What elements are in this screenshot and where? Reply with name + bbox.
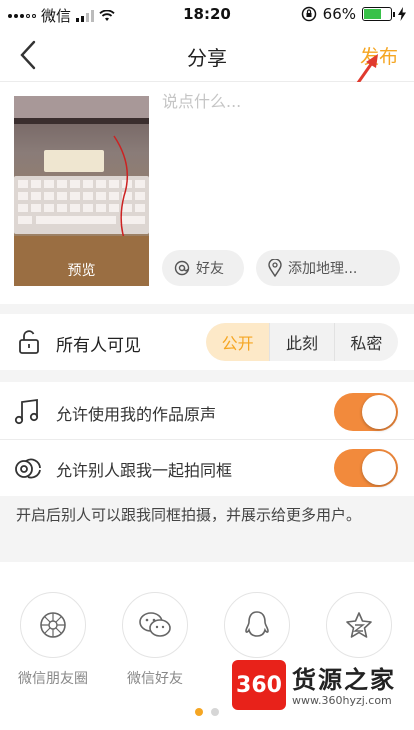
share-qq-button[interactable] bbox=[212, 592, 302, 668]
toggle-label-original-sound: 允许使用我的作品原声 bbox=[56, 405, 217, 424]
status-bar: 微信 18:20 66% bbox=[0, 0, 414, 28]
at-sign-icon bbox=[174, 260, 190, 276]
caption-input[interactable] bbox=[162, 92, 392, 111]
share-wechat-button[interactable]: 微信好友 bbox=[110, 592, 200, 688]
orientation-lock-icon bbox=[301, 6, 316, 22]
settings-toggles: 允许使用我的作品原声 允许别人跟我一起拍同框 bbox=[0, 382, 414, 496]
toggle-row-duet: 允许别人跟我一起拍同框 bbox=[0, 440, 414, 496]
qzone-icon bbox=[346, 612, 372, 638]
watermark-brand: 货源之家 bbox=[292, 666, 396, 694]
toggle-row-original-sound: 允许使用我的作品原声 bbox=[0, 384, 414, 440]
add-location-button[interactable]: 添加地理... bbox=[256, 250, 400, 286]
privacy-row: 所有人可见 公开 此刻 私密 bbox=[0, 314, 414, 370]
share-moments-label: 微信朋友圈 bbox=[18, 671, 88, 687]
watermark-url: www.360hyzj.com bbox=[292, 694, 392, 707]
battery-fill bbox=[364, 9, 382, 19]
unlock-icon bbox=[19, 330, 39, 354]
qq-icon bbox=[245, 611, 269, 637]
keyboard-photo-image bbox=[14, 96, 149, 286]
visibility-selector: 公开 此刻 私密 bbox=[206, 323, 398, 361]
toggle-label-duet: 允许别人跟我一起拍同框 bbox=[56, 461, 233, 480]
visibility-label: 所有人可见 bbox=[56, 336, 141, 356]
wechat-icon bbox=[139, 612, 171, 637]
music-note-icon bbox=[14, 398, 39, 425]
charging-icon bbox=[398, 7, 406, 21]
share-wechat-label: 微信好友 bbox=[127, 671, 183, 687]
original-sound-toggle[interactable] bbox=[334, 393, 398, 431]
visibility-option-moment[interactable]: 此刻 bbox=[269, 323, 333, 361]
share-wechat-circle bbox=[122, 592, 188, 658]
page-dot[interactable] bbox=[211, 708, 219, 716]
duet-icon bbox=[15, 458, 41, 479]
share-qzone-button[interactable] bbox=[314, 592, 404, 668]
battery-percent: 66% bbox=[322, 5, 356, 23]
page-dot[interactable] bbox=[195, 708, 203, 716]
toggle-knob bbox=[362, 395, 396, 429]
toggle-knob bbox=[362, 451, 396, 485]
status-right: 66% bbox=[301, 5, 406, 23]
share-qq-circle bbox=[224, 592, 290, 658]
duet-toggle[interactable] bbox=[334, 449, 398, 487]
photo-thumbnail[interactable]: 预览 bbox=[14, 96, 149, 286]
moments-icon bbox=[40, 612, 66, 638]
share-qzone-circle bbox=[326, 592, 392, 658]
preview-label: 预览 bbox=[67, 263, 96, 279]
location-pin-icon bbox=[268, 259, 282, 277]
friends-label: 好友 bbox=[196, 261, 224, 277]
battery-icon bbox=[362, 7, 395, 21]
watermark-logo: 360 bbox=[232, 660, 286, 710]
watermark: 360 货源之家 www.360hyzj.com bbox=[232, 660, 412, 718]
visibility-option-public[interactable]: 公开 bbox=[206, 323, 270, 361]
share-moments-button[interactable]: 微信朋友圈 bbox=[8, 592, 98, 688]
mention-friends-button[interactable]: 好友 bbox=[162, 250, 244, 286]
duet-hint-text: 开启后别人可以跟我同框拍摄，并展示给更多用户。 bbox=[16, 506, 362, 524]
compose-section: 预览 好友 添加地理... bbox=[0, 82, 414, 304]
share-moments-circle bbox=[20, 592, 86, 658]
visibility-option-private[interactable]: 私密 bbox=[333, 323, 398, 361]
location-label: 添加地理... bbox=[288, 261, 358, 277]
